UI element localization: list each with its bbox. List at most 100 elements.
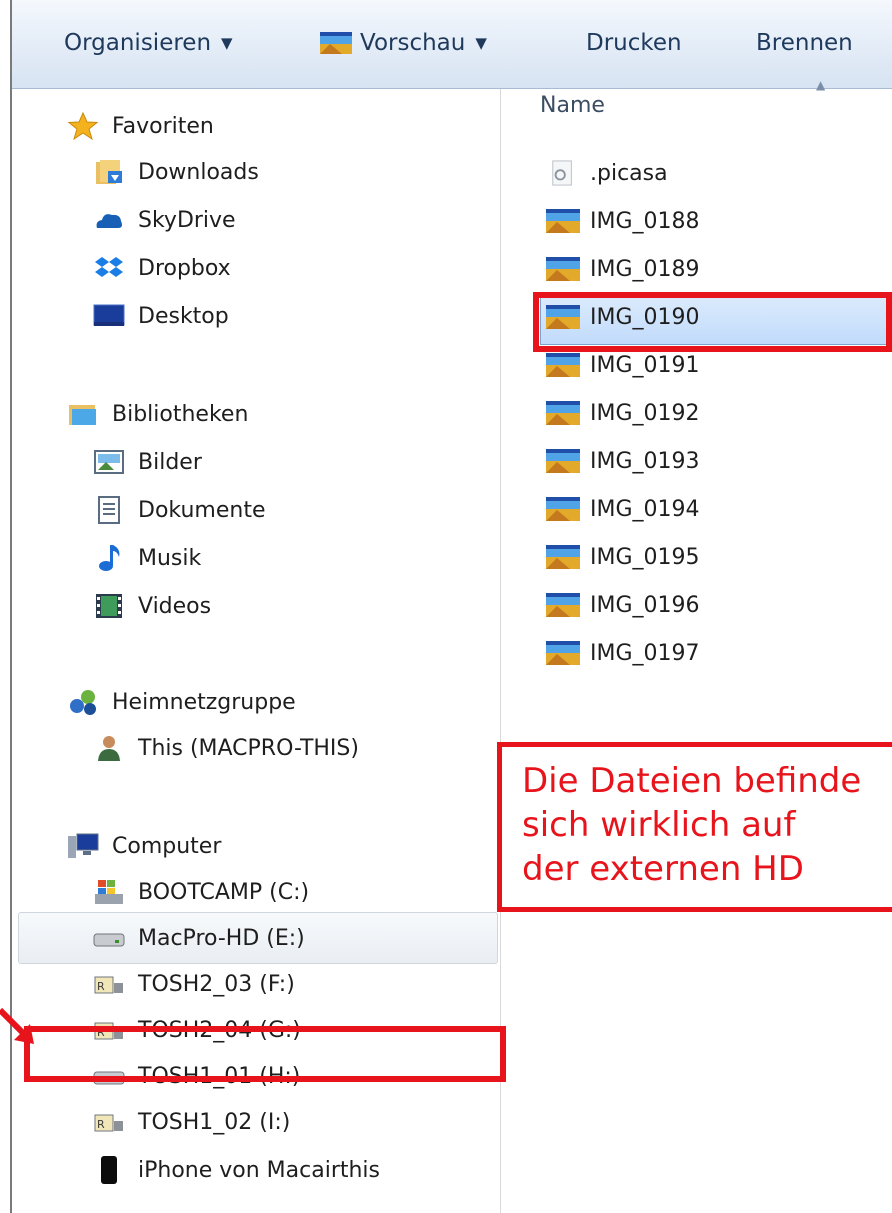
nav-item-label: TOSH1_02 (I:) xyxy=(138,1109,291,1135)
sort-ascending-icon: ▲ xyxy=(816,78,826,92)
file-item-img-0196[interactable]: IMG_0196 xyxy=(546,592,700,618)
nav-item-desktop[interactable]: Desktop xyxy=(92,302,229,330)
file-name: .picasa xyxy=(590,160,668,186)
picture-icon xyxy=(320,32,352,54)
image-file-icon xyxy=(546,497,580,521)
annotation-line: sich wirklich auf xyxy=(522,805,796,845)
burn-button[interactable]: Brennen xyxy=(756,30,853,56)
skydrive-cloud-icon xyxy=(96,214,122,228)
nav-item-homegroup-user[interactable]: This (MACPRO-THIS) xyxy=(92,734,359,762)
burn-label: Brennen xyxy=(756,30,853,56)
file-name: IMG_0195 xyxy=(590,544,700,570)
nav-item-iphone[interactable]: iPhone von Macairthis xyxy=(92,1156,380,1184)
nav-homegroup-label: Heimnetzgruppe xyxy=(112,689,296,715)
hard-drive-icon xyxy=(93,933,125,947)
libraries-folder-icon xyxy=(69,405,96,425)
nav-item-skydrive[interactable]: SkyDrive xyxy=(92,206,236,234)
nav-favorites-label: Favoriten xyxy=(112,113,214,139)
nav-item-pictures[interactable]: Bilder xyxy=(92,448,202,476)
nav-computer[interactable]: Computer xyxy=(66,832,221,860)
nav-item-label: iPhone von Macairthis xyxy=(138,1157,381,1183)
external-drive-icon: R xyxy=(94,976,123,994)
external-drive-icon: R xyxy=(94,1114,123,1132)
annotation-line: Die Dateien befinde xyxy=(522,761,862,801)
nav-item-drive-e[interactable]: MacPro-HD (E:) xyxy=(92,924,305,952)
nav-item-label: BOOTCAMP (C:) xyxy=(138,879,310,905)
svg-text:R: R xyxy=(97,1118,105,1131)
videos-film-icon xyxy=(96,594,122,618)
dropbox-icon xyxy=(95,257,123,277)
image-file-icon xyxy=(546,641,580,665)
computer-icon xyxy=(68,833,99,858)
arrow-pointer-icon xyxy=(0,1007,34,1044)
annotation-line: der externen HD xyxy=(522,849,804,889)
preview-label: Vorschau xyxy=(360,30,466,56)
file-item-img-0189[interactable]: IMG_0189 xyxy=(546,256,700,282)
nav-item-label: This (MACPRO-THIS) xyxy=(138,735,359,761)
star-icon xyxy=(68,112,98,140)
nav-item-label: Bilder xyxy=(138,449,202,475)
file-item-picasa[interactable]: .picasa xyxy=(546,160,668,186)
windows-drive-icon xyxy=(95,880,123,904)
file-highlight-box xyxy=(533,292,892,352)
music-note-icon xyxy=(99,545,120,571)
chevron-down-icon: ▼ xyxy=(475,34,487,52)
file-name: IMG_0194 xyxy=(590,496,700,522)
column-header-name[interactable]: Name xyxy=(540,93,605,118)
iphone-icon xyxy=(101,1156,117,1184)
nav-item-label: Desktop xyxy=(138,303,229,329)
nav-item-drive-c[interactable]: BOOTCAMP (C:) xyxy=(92,878,309,906)
file-name: IMG_0189 xyxy=(590,256,700,282)
image-file-icon xyxy=(546,401,580,425)
nav-homegroup[interactable]: Heimnetzgruppe xyxy=(66,688,296,716)
nav-item-drive-f[interactable]: R TOSH2_03 (F:) xyxy=(92,970,295,998)
nav-item-label: Dropbox xyxy=(138,255,231,281)
file-item-img-0191[interactable]: IMG_0191 xyxy=(546,352,700,378)
nav-libraries-label: Bibliotheken xyxy=(112,401,249,427)
image-file-icon xyxy=(546,353,580,377)
nav-item-label: Musik xyxy=(138,545,202,571)
image-file-icon xyxy=(546,257,580,281)
file-item-img-0197[interactable]: IMG_0197 xyxy=(546,640,700,666)
annotation-callout: Die Dateien befinde sich wirklich auf de… xyxy=(497,742,892,912)
file-item-img-0192[interactable]: IMG_0192 xyxy=(546,400,700,426)
nav-computer-label: Computer xyxy=(112,833,222,859)
nav-item-drive-i[interactable]: R TOSH1_02 (I:) xyxy=(92,1108,290,1136)
command-bar: Organisieren ▼ Vorschau ▼ Drucken Brenne… xyxy=(12,0,892,89)
nav-favorites[interactable]: Favoriten xyxy=(66,112,214,140)
nav-item-videos[interactable]: Videos xyxy=(92,592,211,620)
organize-label: Organisieren xyxy=(64,30,212,56)
file-name: IMG_0197 xyxy=(590,640,700,666)
print-label: Drucken xyxy=(586,30,682,56)
image-file-icon xyxy=(546,209,580,233)
file-name: IMG_0191 xyxy=(590,352,700,378)
file-item-img-0188[interactable]: IMG_0188 xyxy=(546,208,700,234)
desktop-icon xyxy=(93,304,125,326)
file-name: IMG_0193 xyxy=(590,448,700,474)
pictures-icon xyxy=(94,450,124,474)
file-item-img-0195[interactable]: IMG_0195 xyxy=(546,544,700,570)
nav-item-music[interactable]: Musik xyxy=(92,544,201,572)
nav-item-label: SkyDrive xyxy=(138,207,236,233)
nav-item-label: Downloads xyxy=(138,159,259,185)
organize-menu-button[interactable]: Organisieren ▼ xyxy=(64,30,233,56)
svg-text:R: R xyxy=(97,980,105,993)
preview-menu-button[interactable]: Vorschau ▼ xyxy=(320,30,487,56)
nav-item-downloads[interactable]: Downloads xyxy=(92,158,259,186)
image-file-icon xyxy=(546,449,580,473)
nav-item-documents[interactable]: Dokumente xyxy=(92,496,265,524)
nav-item-label: TOSH2_03 (F:) xyxy=(138,971,295,997)
homegroup-icon xyxy=(70,690,96,715)
image-file-icon xyxy=(546,545,580,569)
print-button[interactable]: Drucken xyxy=(586,30,682,56)
file-item-img-0194[interactable]: IMG_0194 xyxy=(546,496,700,522)
file-item-img-0193[interactable]: IMG_0193 xyxy=(546,448,700,474)
nav-item-label: Videos xyxy=(138,593,212,619)
nav-libraries[interactable]: Bibliotheken xyxy=(66,400,248,428)
nav-item-label: MacPro-HD (E:) xyxy=(138,925,305,951)
config-file-icon xyxy=(552,160,572,186)
downloads-folder-icon xyxy=(96,160,122,184)
file-name: IMG_0192 xyxy=(590,400,700,426)
nav-item-label: Dokumente xyxy=(138,497,266,523)
nav-item-dropbox[interactable]: Dropbox xyxy=(92,254,231,282)
